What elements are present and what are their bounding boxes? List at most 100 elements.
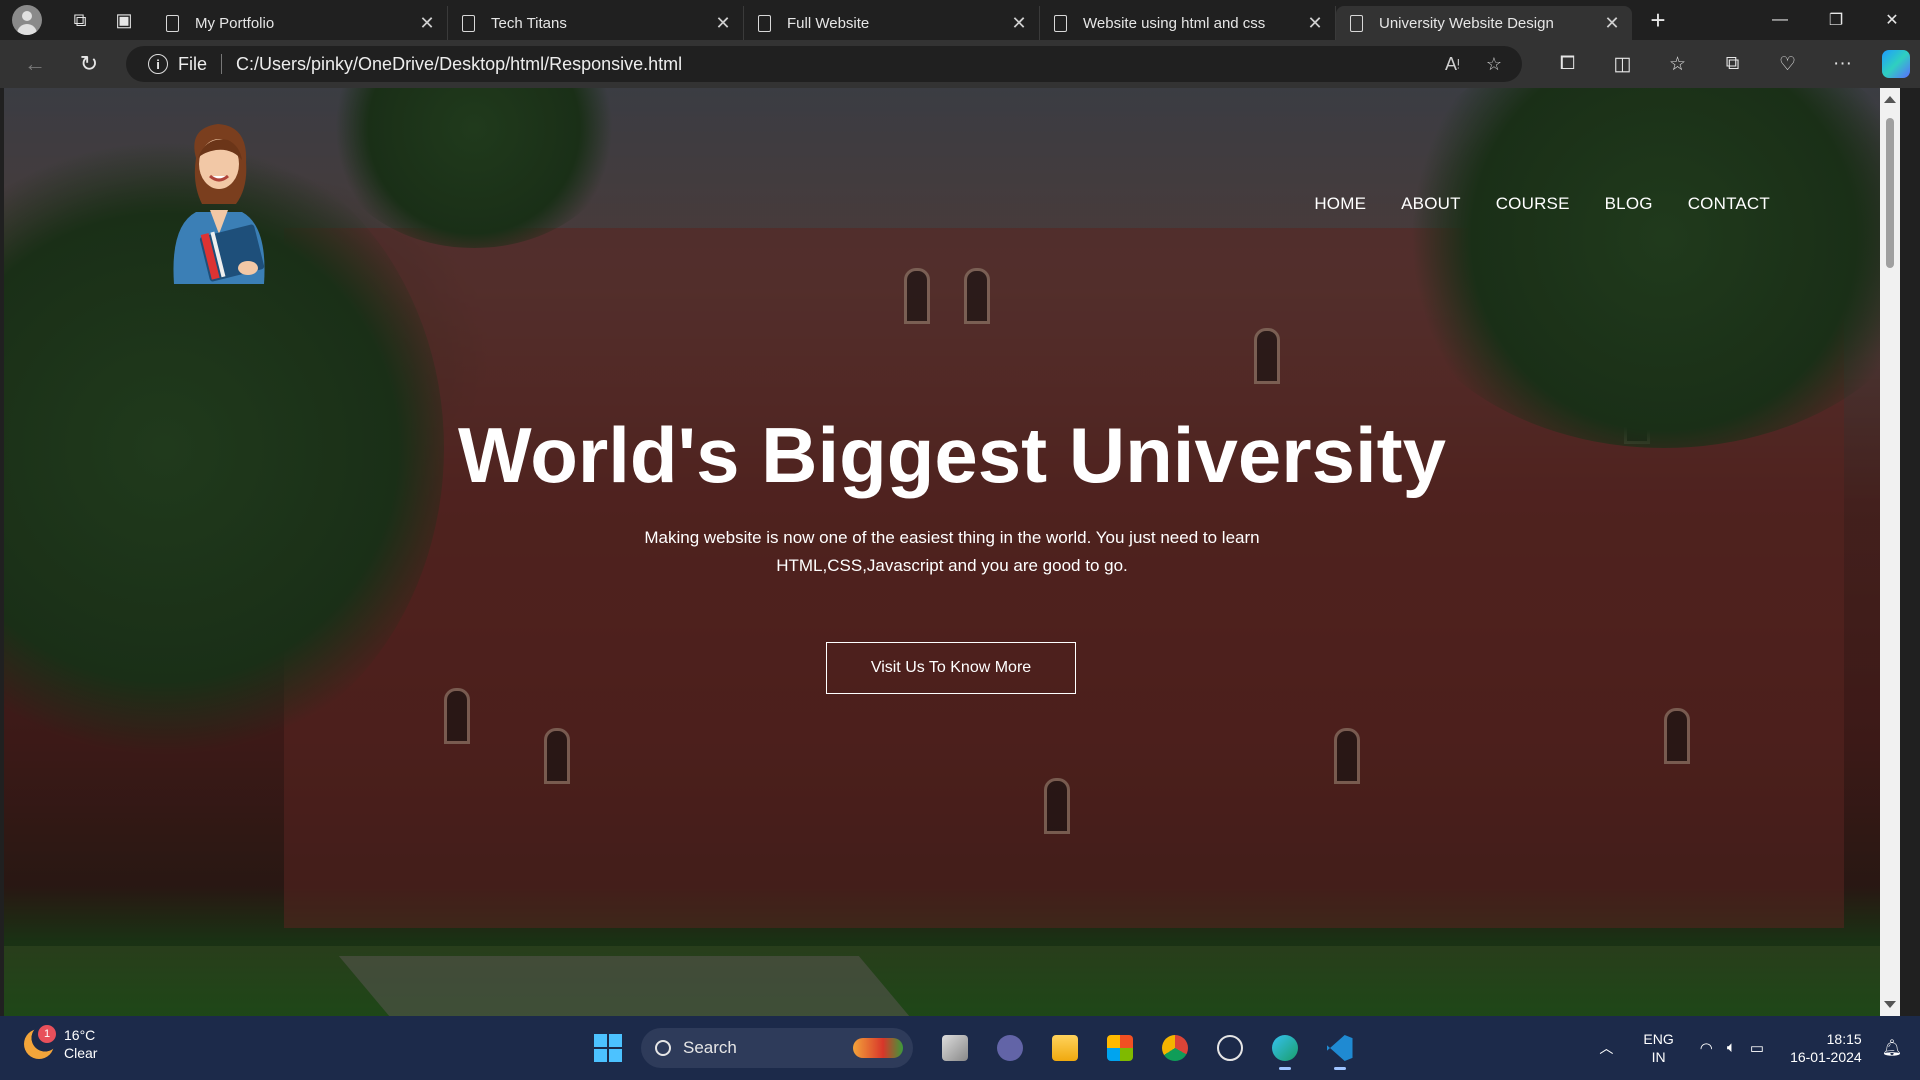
reload-icon[interactable]: ↻ bbox=[62, 44, 116, 84]
task-view-icon[interactable] bbox=[927, 1024, 982, 1072]
search-highlight-icon bbox=[853, 1038, 903, 1058]
window-decor bbox=[544, 728, 570, 784]
nav-about[interactable]: ABOUT bbox=[1401, 194, 1461, 214]
region-code: IN bbox=[1651, 1049, 1666, 1065]
notification-bell-icon[interactable]: 🔔︎ bbox=[1882, 1038, 1902, 1058]
volume-muted-icon: 🔈︎ bbox=[1726, 1039, 1736, 1056]
browser-tab-bar: ⧉ ▣ My Portfolio ✕ Tech Titans ✕ Full We… bbox=[0, 0, 1920, 40]
page-icon bbox=[166, 14, 179, 32]
toolbar-icons: ⧠ ◫ ☆ ⧉ ♡ ··· bbox=[1540, 40, 1910, 88]
page-icon bbox=[1054, 14, 1067, 32]
nav-blog[interactable]: BLOG bbox=[1605, 194, 1653, 214]
page-scrollbar[interactable] bbox=[1880, 88, 1900, 1016]
info-icon[interactable]: i bbox=[148, 54, 168, 74]
weather-condition: Clear bbox=[64, 1045, 98, 1061]
start-icon[interactable] bbox=[580, 1024, 635, 1072]
back-icon[interactable]: ← bbox=[8, 44, 62, 84]
split-screen-icon[interactable]: ◫ bbox=[1595, 53, 1650, 76]
omnibox-actions: A͏ᵎ ☆ bbox=[1445, 54, 1502, 75]
taskbar: 1 16°C Clear Search ︿ ENG IN ◠ 🔈︎ ▭ 18:1… bbox=[0, 1016, 1920, 1080]
weather-widget[interactable]: 1 16°C Clear bbox=[24, 1025, 98, 1062]
copilot-icon[interactable] bbox=[1882, 50, 1910, 78]
search-placeholder: Search bbox=[683, 1038, 737, 1057]
web-page: HOME ABOUT COURSE BLOG CONTACT World's B… bbox=[4, 88, 1900, 1016]
page-icon bbox=[758, 14, 771, 32]
taskbar-search[interactable]: Search bbox=[641, 1028, 913, 1068]
tab-title: Full Website bbox=[787, 14, 870, 32]
moon-weather-icon: 1 bbox=[24, 1025, 56, 1059]
tab-my-portfolio[interactable]: My Portfolio ✕ bbox=[152, 6, 448, 40]
minimize-icon[interactable]: — bbox=[1752, 0, 1808, 40]
edge-icon[interactable] bbox=[1257, 1024, 1312, 1072]
restore-icon[interactable]: ❐ bbox=[1808, 0, 1864, 40]
file-explorer-icon[interactable] bbox=[1037, 1024, 1092, 1072]
url-text[interactable]: C:/Users/pinky/OneDrive/Desktop/html/Res… bbox=[236, 54, 682, 75]
close-tab-icon[interactable]: ✕ bbox=[713, 13, 733, 34]
scroll-down-icon[interactable] bbox=[1884, 1001, 1896, 1008]
lawn-decor bbox=[4, 946, 1900, 1016]
main-nav: HOME ABOUT COURSE BLOG CONTACT bbox=[1314, 194, 1770, 214]
chrome-icon[interactable] bbox=[1147, 1024, 1202, 1072]
tab-full-website[interactable]: Full Website ✕ bbox=[744, 6, 1040, 40]
workspaces-icon[interactable]: ⧉ bbox=[62, 4, 98, 36]
window-decor bbox=[964, 268, 990, 324]
tab-title: University Website Design bbox=[1379, 14, 1554, 32]
teams-icon[interactable] bbox=[982, 1024, 1037, 1072]
read-aloud-icon[interactable]: A͏ᵎ bbox=[1445, 54, 1460, 75]
favorite-star-icon[interactable]: ☆ bbox=[1486, 54, 1502, 75]
address-input[interactable]: i File C:/Users/pinky/OneDrive/Desktop/h… bbox=[126, 46, 1522, 82]
window-controls: — ❐ ✕ bbox=[1752, 0, 1920, 40]
search-icon bbox=[655, 1040, 671, 1056]
favorites-icon[interactable]: ☆ bbox=[1650, 53, 1705, 76]
window-decor bbox=[1044, 778, 1070, 834]
system-icons[interactable]: ◠ 🔈︎ ▭ bbox=[1700, 1039, 1764, 1057]
scrollbar-thumb[interactable] bbox=[1886, 118, 1894, 268]
time: 18:15 bbox=[1826, 1031, 1862, 1047]
page-icon bbox=[1350, 14, 1363, 32]
logo-student-image[interactable] bbox=[156, 118, 282, 284]
language-indicator[interactable]: ENG IN bbox=[1643, 1030, 1673, 1066]
hero-title: World's Biggest University bbox=[458, 411, 1446, 499]
close-tab-icon[interactable]: ✕ bbox=[1602, 13, 1622, 34]
extensions-icon[interactable]: ⧠ bbox=[1540, 53, 1595, 75]
window-decor bbox=[904, 268, 930, 324]
more-icon[interactable]: ··· bbox=[1815, 53, 1870, 75]
scheme-label: File bbox=[178, 53, 208, 74]
tab-title: Website using html and css bbox=[1083, 14, 1266, 32]
temperature: 16°C bbox=[64, 1027, 96, 1043]
date: 16-01-2024 bbox=[1790, 1049, 1862, 1065]
nav-contact[interactable]: CONTACT bbox=[1688, 194, 1770, 214]
tab-university-website[interactable]: University Website Design ✕ bbox=[1336, 6, 1632, 40]
nav-course[interactable]: COURSE bbox=[1496, 194, 1570, 214]
visit-us-button[interactable]: Visit Us To Know More bbox=[826, 642, 1076, 694]
tab-title: My Portfolio bbox=[195, 14, 275, 32]
wifi-icon: ◠ bbox=[1699, 1040, 1713, 1057]
tab-tech-titans[interactable]: Tech Titans ✕ bbox=[448, 6, 744, 40]
tab-actions-icon[interactable]: ▣ bbox=[106, 4, 142, 36]
hero-text: Making website is now one of the easiest… bbox=[644, 528, 1260, 575]
nav-home[interactable]: HOME bbox=[1314, 194, 1366, 214]
scroll-up-icon[interactable] bbox=[1884, 96, 1896, 103]
dell-icon[interactable] bbox=[1202, 1024, 1257, 1072]
window-decor bbox=[444, 688, 470, 744]
taskbar-apps: Search bbox=[580, 1024, 1367, 1072]
lang-code: ENG bbox=[1643, 1031, 1674, 1047]
path-decor bbox=[338, 956, 910, 1016]
close-tab-icon[interactable]: ✕ bbox=[417, 13, 437, 34]
chevron-up-icon[interactable]: ︿ bbox=[1599, 1038, 1613, 1058]
close-tab-icon[interactable]: ✕ bbox=[1009, 13, 1029, 34]
close-tab-icon[interactable]: ✕ bbox=[1305, 13, 1325, 34]
close-window-icon[interactable]: ✕ bbox=[1864, 0, 1920, 40]
vscode-icon[interactable] bbox=[1312, 1024, 1367, 1072]
browser-essentials-icon[interactable]: ♡ bbox=[1760, 53, 1815, 76]
new-tab-icon[interactable]: + bbox=[1638, 5, 1678, 36]
window-decor bbox=[1254, 328, 1280, 384]
address-bar-row: ← ↻ i File C:/Users/pinky/OneDrive/Deskt… bbox=[0, 40, 1920, 88]
collections-icon[interactable]: ⧉ bbox=[1705, 53, 1760, 75]
tree-decor bbox=[324, 88, 624, 248]
tab-website-html-css[interactable]: Website using html and css ✕ bbox=[1040, 6, 1336, 40]
notification-badge: 1 bbox=[38, 1025, 56, 1043]
store-icon[interactable] bbox=[1092, 1024, 1147, 1072]
clock[interactable]: 18:15 16-01-2024 bbox=[1790, 1030, 1862, 1066]
profile-avatar-icon[interactable] bbox=[12, 5, 42, 35]
